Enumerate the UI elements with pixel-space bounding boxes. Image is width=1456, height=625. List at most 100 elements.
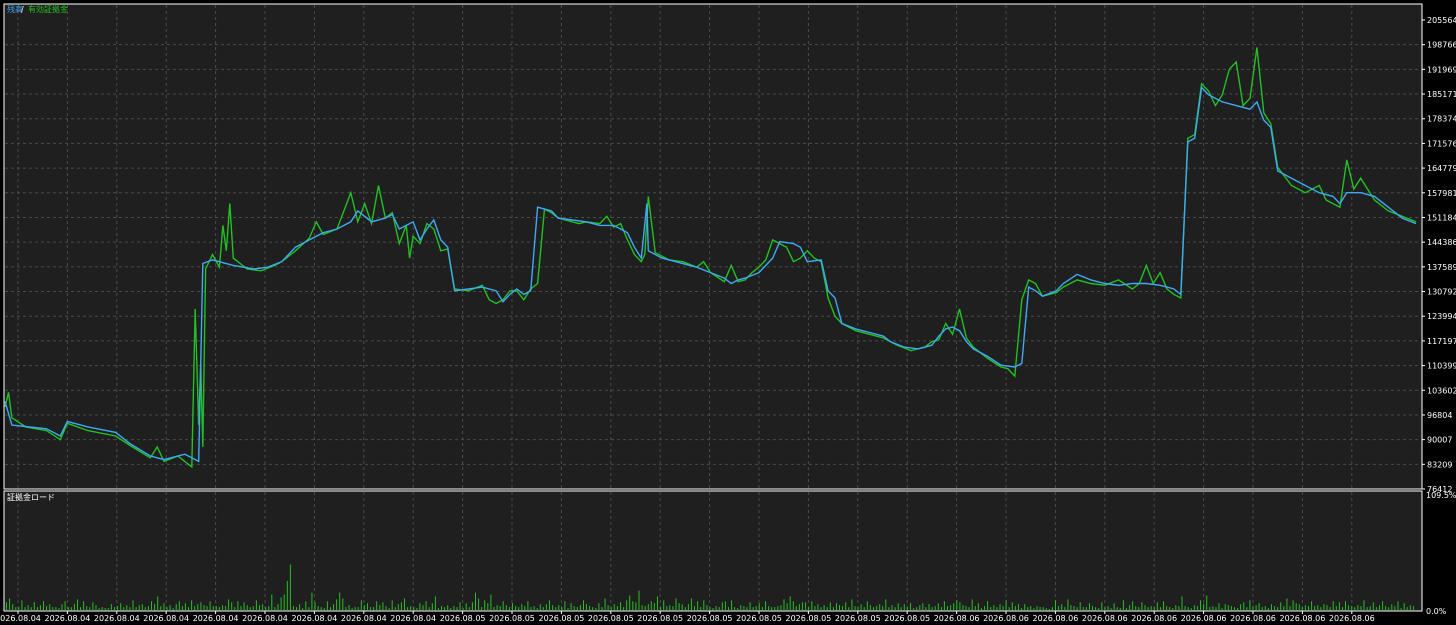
load-bar [567,608,569,610]
load-bar [1159,607,1161,610]
load-bar [984,606,986,610]
load-bar [925,607,927,610]
load-bar [570,603,572,610]
load-bar [1246,607,1248,610]
load-bar [419,603,421,610]
load-bar [832,607,834,610]
load-bar [1271,604,1272,610]
load-bar [1218,603,1220,610]
load-bar [1286,598,1288,610]
load-bar [681,604,683,610]
load-bar [811,601,813,610]
load-bar [1187,607,1189,610]
load-bar [1061,604,1063,610]
sub-panel-title: 証拠金ロード [7,492,55,502]
load-bar [974,606,976,610]
load-bar [545,604,547,610]
load-bar [678,603,680,610]
load-bar [508,607,510,610]
load-bar [561,607,563,610]
load-bar [434,596,436,610]
load-bar [1255,605,1257,610]
load-bar [721,602,723,610]
load-bar [879,604,881,610]
load-bar [1014,606,1016,610]
load-bar [913,608,915,610]
load-bar [265,607,267,610]
load-bar [687,604,689,610]
load-bar [1024,604,1026,610]
y-tick-label: 96804 [1427,411,1452,420]
load-bar [450,608,452,610]
load-bar [296,607,297,610]
load-bar [1314,606,1316,610]
load-bar [542,607,544,610]
load-bar [1221,608,1223,610]
load-bar [107,608,109,610]
load-bar [660,607,662,610]
load-bar [225,606,227,610]
load-bar [376,601,378,610]
load-bar [950,605,952,610]
load-bar [1064,607,1066,610]
load-bar [1258,603,1260,610]
load-bar [959,602,961,610]
load-bar [354,607,356,610]
load-bar [836,603,837,610]
load-bar [527,601,529,610]
load-bar [437,608,439,610]
load-bar [718,607,720,610]
load-bar [786,603,788,610]
load-bar [1079,602,1081,610]
load-bar [98,608,100,610]
y-tick-label: 90007 [1427,436,1452,445]
load-bar [749,602,751,610]
load-bar [200,602,202,610]
load-bar [616,606,618,610]
load-bar [1163,601,1164,610]
load-bar [885,599,887,610]
load-bar [549,600,550,610]
load-bar [965,606,967,610]
load-bar [191,600,193,610]
load-bar [1357,605,1359,610]
x-tick-label: 2026.08.06 [1279,614,1325,623]
load-bar [1400,608,1402,610]
load-bar [734,607,736,610]
load-bar [336,599,338,610]
load-bar [802,602,803,610]
load-bar [413,607,415,610]
load-bar [1237,608,1239,610]
x-tick-label: 2026.08.05 [835,614,881,623]
load-bar [302,608,304,610]
load-bar [1048,609,1050,610]
load-bar [783,599,785,610]
load-bar [330,607,331,610]
load-bar [1181,596,1183,610]
load-bar [431,603,433,610]
load-bar [798,604,800,610]
load-bar [669,605,671,610]
load-bar [1412,606,1414,610]
load-bar [518,607,520,610]
load-bar [416,608,418,610]
load-bar [447,605,449,610]
load-bar [697,601,699,610]
load-bar [1116,607,1118,610]
load-bar [990,607,992,610]
load-bar [342,598,344,610]
main-plot-area [3,3,1423,490]
load-bar [1144,605,1146,610]
load-bar [706,605,708,610]
load-bar [940,607,942,610]
load-bar [268,606,270,610]
load-bar [530,607,532,610]
load-bar [869,605,871,610]
load-bar [635,602,637,610]
load-bar [1206,595,1208,610]
load-bar [1129,605,1131,610]
load-bar [761,607,763,610]
load-bar [1274,606,1276,610]
load-bar [259,605,260,610]
load-bar [857,607,859,610]
